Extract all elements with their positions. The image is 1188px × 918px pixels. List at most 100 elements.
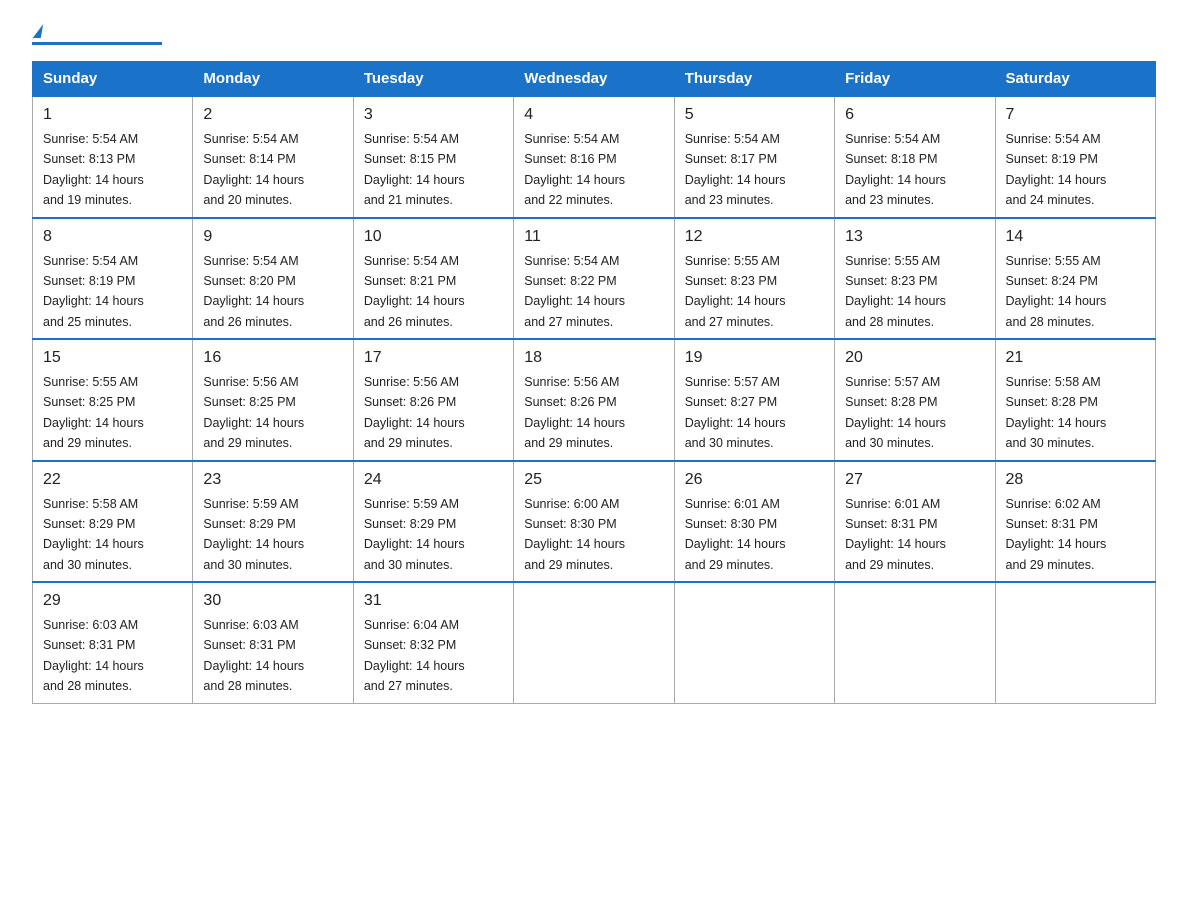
day-info: Sunrise: 5:55 AMSunset: 8:24 PMDaylight:… xyxy=(1006,254,1107,329)
logo xyxy=(32,24,162,45)
day-info: Sunrise: 5:56 AMSunset: 8:26 PMDaylight:… xyxy=(364,375,465,450)
calendar-day-28: 28 Sunrise: 6:02 AMSunset: 8:31 PMDayligh… xyxy=(995,461,1155,583)
day-info: Sunrise: 5:54 AMSunset: 8:19 PMDaylight:… xyxy=(1006,132,1107,207)
day-number: 15 xyxy=(43,346,182,370)
day-number: 1 xyxy=(43,103,182,127)
day-number: 9 xyxy=(203,225,342,249)
weekday-header-saturday: Saturday xyxy=(995,62,1155,97)
day-info: Sunrise: 5:54 AMSunset: 8:15 PMDaylight:… xyxy=(364,132,465,207)
calendar-day-4: 4 Sunrise: 5:54 AMSunset: 8:16 PMDaylight… xyxy=(514,96,674,218)
day-number: 13 xyxy=(845,225,984,249)
day-info: Sunrise: 6:02 AMSunset: 8:31 PMDaylight:… xyxy=(1006,497,1107,572)
calendar-empty-cell xyxy=(995,582,1155,703)
day-info: Sunrise: 5:54 AMSunset: 8:19 PMDaylight:… xyxy=(43,254,144,329)
calendar-week-row-2: 8 Sunrise: 5:54 AMSunset: 8:19 PMDaylight… xyxy=(33,218,1156,340)
day-info: Sunrise: 6:01 AMSunset: 8:31 PMDaylight:… xyxy=(845,497,946,572)
calendar-day-20: 20 Sunrise: 5:57 AMSunset: 8:28 PMDayligh… xyxy=(835,339,995,461)
day-number: 30 xyxy=(203,589,342,613)
day-number: 23 xyxy=(203,468,342,492)
day-info: Sunrise: 6:00 AMSunset: 8:30 PMDaylight:… xyxy=(524,497,625,572)
calendar-day-25: 25 Sunrise: 6:00 AMSunset: 8:30 PMDayligh… xyxy=(514,461,674,583)
weekday-header-wednesday: Wednesday xyxy=(514,62,674,97)
day-info: Sunrise: 5:57 AMSunset: 8:27 PMDaylight:… xyxy=(685,375,786,450)
day-info: Sunrise: 5:54 AMSunset: 8:17 PMDaylight:… xyxy=(685,132,786,207)
weekday-header-row: SundayMondayTuesdayWednesdayThursdayFrid… xyxy=(33,62,1156,97)
day-number: 2 xyxy=(203,103,342,127)
day-number: 11 xyxy=(524,225,663,249)
day-info: Sunrise: 5:54 AMSunset: 8:13 PMDaylight:… xyxy=(43,132,144,207)
calendar-day-23: 23 Sunrise: 5:59 AMSunset: 8:29 PMDayligh… xyxy=(193,461,353,583)
weekday-header-monday: Monday xyxy=(193,62,353,97)
calendar-day-14: 14 Sunrise: 5:55 AMSunset: 8:24 PMDayligh… xyxy=(995,218,1155,340)
day-number: 16 xyxy=(203,346,342,370)
calendar-day-31: 31 Sunrise: 6:04 AMSunset: 8:32 PMDayligh… xyxy=(353,582,513,703)
day-info: Sunrise: 5:54 AMSunset: 8:16 PMDaylight:… xyxy=(524,132,625,207)
day-info: Sunrise: 5:54 AMSunset: 8:21 PMDaylight:… xyxy=(364,254,465,329)
calendar-day-26: 26Sunrise: 6:01 AMSunset: 8:30 PMDayligh… xyxy=(674,461,834,583)
calendar-week-row-1: 1 Sunrise: 5:54 AMSunset: 8:13 PMDaylight… xyxy=(33,96,1156,218)
calendar-day-7: 7 Sunrise: 5:54 AMSunset: 8:19 PMDaylight… xyxy=(995,96,1155,218)
day-number: 12 xyxy=(685,225,824,249)
day-info: Sunrise: 5:54 AMSunset: 8:18 PMDaylight:… xyxy=(845,132,946,207)
day-number: 28 xyxy=(1006,468,1145,492)
calendar-day-12: 12 Sunrise: 5:55 AMSunset: 8:23 PMDayligh… xyxy=(674,218,834,340)
calendar-day-6: 6 Sunrise: 5:54 AMSunset: 8:18 PMDaylight… xyxy=(835,96,995,218)
day-number: 6 xyxy=(845,103,984,127)
day-info: Sunrise: 5:55 AMSunset: 8:23 PMDaylight:… xyxy=(685,254,786,329)
calendar-day-9: 9 Sunrise: 5:54 AMSunset: 8:20 PMDaylight… xyxy=(193,218,353,340)
calendar-empty-cell xyxy=(674,582,834,703)
calendar-day-11: 11 Sunrise: 5:54 AMSunset: 8:22 PMDayligh… xyxy=(514,218,674,340)
day-number: 4 xyxy=(524,103,663,127)
day-number: 5 xyxy=(685,103,824,127)
calendar-day-22: 22Sunrise: 5:58 AMSunset: 8:29 PMDayligh… xyxy=(33,461,193,583)
weekday-header-thursday: Thursday xyxy=(674,62,834,97)
calendar-day-1: 1 Sunrise: 5:54 AMSunset: 8:13 PMDaylight… xyxy=(33,96,193,218)
weekday-header-tuesday: Tuesday xyxy=(353,62,513,97)
calendar-day-13: 13Sunrise: 5:55 AMSunset: 8:23 PMDayligh… xyxy=(835,218,995,340)
day-number: 29 xyxy=(43,589,182,613)
day-info: Sunrise: 5:59 AMSunset: 8:29 PMDaylight:… xyxy=(364,497,465,572)
day-number: 19 xyxy=(685,346,824,370)
day-info: Sunrise: 5:56 AMSunset: 8:25 PMDaylight:… xyxy=(203,375,304,450)
day-number: 8 xyxy=(43,225,182,249)
day-info: Sunrise: 6:04 AMSunset: 8:32 PMDaylight:… xyxy=(364,618,465,693)
calendar-table: SundayMondayTuesdayWednesdayThursdayFrid… xyxy=(32,61,1156,704)
weekday-header-sunday: Sunday xyxy=(33,62,193,97)
day-info: Sunrise: 5:57 AMSunset: 8:28 PMDaylight:… xyxy=(845,375,946,450)
day-number: 14 xyxy=(1006,225,1145,249)
day-info: Sunrise: 5:54 AMSunset: 8:22 PMDaylight:… xyxy=(524,254,625,329)
day-number: 18 xyxy=(524,346,663,370)
calendar-day-18: 18 Sunrise: 5:56 AMSunset: 8:26 PMDayligh… xyxy=(514,339,674,461)
day-info: Sunrise: 6:03 AMSunset: 8:31 PMDaylight:… xyxy=(43,618,144,693)
logo-triangle-icon xyxy=(33,24,43,38)
day-number: 31 xyxy=(364,589,503,613)
day-info: Sunrise: 5:58 AMSunset: 8:29 PMDaylight:… xyxy=(43,497,144,572)
calendar-day-30: 30Sunrise: 6:03 AMSunset: 8:31 PMDayligh… xyxy=(193,582,353,703)
day-number: 10 xyxy=(364,225,503,249)
day-number: 3 xyxy=(364,103,503,127)
calendar-day-3: 3 Sunrise: 5:54 AMSunset: 8:15 PMDaylight… xyxy=(353,96,513,218)
day-number: 21 xyxy=(1006,346,1145,370)
day-info: Sunrise: 5:56 AMSunset: 8:26 PMDaylight:… xyxy=(524,375,625,450)
calendar-week-row-5: 29 Sunrise: 6:03 AMSunset: 8:31 PMDayligh… xyxy=(33,582,1156,703)
calendar-day-29: 29 Sunrise: 6:03 AMSunset: 8:31 PMDayligh… xyxy=(33,582,193,703)
calendar-empty-cell xyxy=(514,582,674,703)
calendar-week-row-4: 22Sunrise: 5:58 AMSunset: 8:29 PMDayligh… xyxy=(33,461,1156,583)
weekday-header-friday: Friday xyxy=(835,62,995,97)
day-info: Sunrise: 5:59 AMSunset: 8:29 PMDaylight:… xyxy=(203,497,304,572)
day-number: 25 xyxy=(524,468,663,492)
day-number: 27 xyxy=(845,468,984,492)
logo-underline xyxy=(32,42,162,45)
page-header xyxy=(32,24,1156,45)
day-number: 26 xyxy=(685,468,824,492)
day-info: Sunrise: 5:55 AMSunset: 8:25 PMDaylight:… xyxy=(43,375,144,450)
calendar-day-10: 10 Sunrise: 5:54 AMSunset: 8:21 PMDayligh… xyxy=(353,218,513,340)
calendar-day-2: 2Sunrise: 5:54 AMSunset: 8:14 PMDaylight… xyxy=(193,96,353,218)
day-info: Sunrise: 5:54 AMSunset: 8:20 PMDaylight:… xyxy=(203,254,304,329)
calendar-day-19: 19 Sunrise: 5:57 AMSunset: 8:27 PMDayligh… xyxy=(674,339,834,461)
day-number: 7 xyxy=(1006,103,1145,127)
calendar-day-15: 15 Sunrise: 5:55 AMSunset: 8:25 PMDayligh… xyxy=(33,339,193,461)
calendar-day-24: 24Sunrise: 5:59 AMSunset: 8:29 PMDayligh… xyxy=(353,461,513,583)
calendar-day-8: 8 Sunrise: 5:54 AMSunset: 8:19 PMDaylight… xyxy=(33,218,193,340)
day-number: 20 xyxy=(845,346,984,370)
